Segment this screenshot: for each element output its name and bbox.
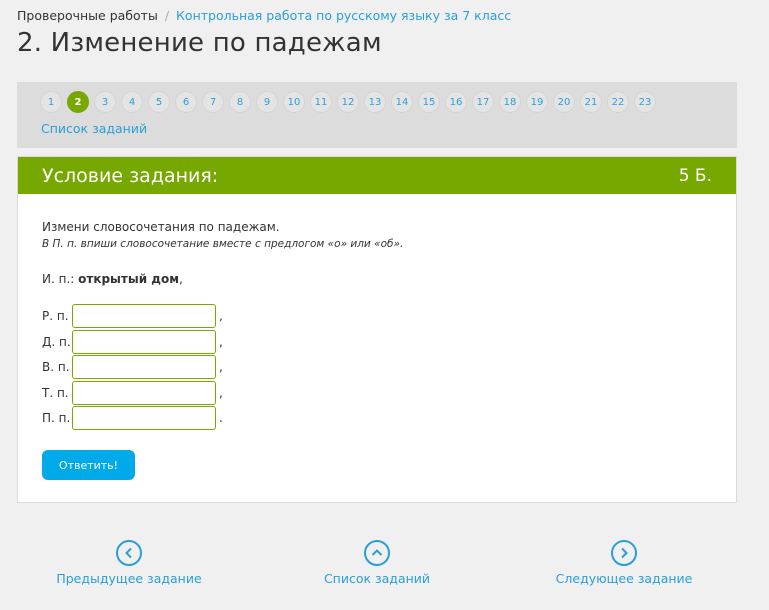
pager-item-19[interactable]: 19 bbox=[526, 91, 548, 113]
task-hint: В П. п. впиши словосочетание вместе с пр… bbox=[42, 238, 404, 250]
task-points: 5 Б. bbox=[678, 165, 712, 186]
breadcrumb-home-link[interactable]: Проверочные работы bbox=[17, 8, 158, 23]
chevron-up-icon[interactable] bbox=[364, 540, 390, 566]
chevron-left-icon[interactable] bbox=[116, 540, 142, 566]
breadcrumb-separator: / bbox=[164, 8, 170, 23]
task-navigation-panel: 1 2 3 4 5 6 7 8 9 10 11 12 13 14 15 16 17 18 19 20 21 22 23 Сп… bbox=[17, 82, 737, 148]
case-label: Р. п. bbox=[42, 309, 69, 323]
task-list-link[interactable]: Список заданий bbox=[41, 121, 147, 136]
pager-item-2[interactable]: 2 bbox=[67, 91, 89, 113]
case-label: Т. п. bbox=[42, 386, 69, 400]
nominative-value: открытый дом bbox=[78, 272, 180, 286]
next-task-link[interactable]: Следующее задание bbox=[556, 571, 693, 586]
task-pager: 1 2 3 4 5 6 7 8 9 10 11 12 13 14 15 16 17 18 19 20 21 22 23 bbox=[40, 91, 656, 113]
pager-item-8[interactable]: 8 bbox=[229, 91, 251, 113]
case-row-prepositional: П. п. . bbox=[42, 406, 225, 430]
case-punct: , bbox=[219, 309, 223, 323]
pager-item-5[interactable]: 5 bbox=[148, 91, 170, 113]
case-row-instrumental: Т. п. , bbox=[42, 381, 225, 405]
accusative-input[interactable] bbox=[72, 355, 216, 379]
pager-item-13[interactable]: 13 bbox=[364, 91, 386, 113]
pager-item-23[interactable]: 23 bbox=[634, 91, 656, 113]
pager-item-22[interactable]: 22 bbox=[607, 91, 629, 113]
next-task-nav[interactable]: Следующее задание bbox=[556, 540, 693, 586]
nominative-punct: , bbox=[179, 272, 183, 286]
pager-item-17[interactable]: 17 bbox=[472, 91, 494, 113]
case-label: Д. п. bbox=[42, 335, 71, 349]
dative-input[interactable] bbox=[72, 330, 216, 354]
task-instruction: Измени словосочетания по падежам. bbox=[42, 220, 280, 234]
pager-item-1[interactable]: 1 bbox=[40, 91, 62, 113]
case-label: П. п. bbox=[42, 411, 71, 425]
case-punct: , bbox=[219, 335, 223, 349]
pager-item-14[interactable]: 14 bbox=[391, 91, 413, 113]
case-row-genitive: Р. п. , bbox=[42, 304, 225, 328]
pager-item-21[interactable]: 21 bbox=[580, 91, 602, 113]
task-card-title: Условие задания: bbox=[42, 164, 219, 187]
instrumental-input[interactable] bbox=[72, 381, 216, 405]
pager-item-4[interactable]: 4 bbox=[121, 91, 143, 113]
pager-item-12[interactable]: 12 bbox=[337, 91, 359, 113]
prev-task-nav[interactable]: Предыдущее задание bbox=[56, 540, 202, 586]
task-list-nav[interactable]: Список заданий bbox=[322, 540, 432, 586]
answer-button[interactable]: Ответить! bbox=[42, 450, 135, 480]
breadcrumb-current-link[interactable]: Контрольная работа по русскому языку за … bbox=[176, 8, 511, 23]
chevron-right-icon[interactable] bbox=[611, 540, 637, 566]
nominative-phrase: И. п.: открытый дом, bbox=[42, 272, 183, 286]
page-title: 2. Изменение по падежам bbox=[17, 28, 382, 58]
prepositional-input[interactable] bbox=[72, 406, 216, 430]
pager-item-16[interactable]: 16 bbox=[445, 91, 467, 113]
prev-task-link[interactable]: Предыдущее задание bbox=[56, 571, 201, 586]
case-punct: . bbox=[219, 411, 223, 425]
pager-item-20[interactable]: 20 bbox=[553, 91, 575, 113]
pager-item-3[interactable]: 3 bbox=[94, 91, 116, 113]
case-row-accusative: В. п. , bbox=[42, 355, 225, 379]
task-card-header: Условие задания: 5 Б. bbox=[18, 157, 736, 194]
case-punct: , bbox=[219, 386, 223, 400]
case-label: В. п. bbox=[42, 360, 70, 374]
task-list-bottom-link[interactable]: Список заданий bbox=[324, 571, 430, 586]
nominative-label: И. п.: bbox=[42, 272, 79, 286]
breadcrumb: Проверочные работы / Контрольная работа … bbox=[17, 8, 511, 23]
pager-item-6[interactable]: 6 bbox=[175, 91, 197, 113]
genitive-input[interactable] bbox=[72, 304, 216, 328]
pager-item-11[interactable]: 11 bbox=[310, 91, 332, 113]
task-card: Условие задания: 5 Б. Измени словосочета… bbox=[17, 156, 737, 503]
pager-item-7[interactable]: 7 bbox=[202, 91, 224, 113]
case-row-dative: Д. п. , bbox=[42, 330, 225, 354]
case-punct: , bbox=[219, 360, 223, 374]
pager-item-18[interactable]: 18 bbox=[499, 91, 521, 113]
pager-item-15[interactable]: 15 bbox=[418, 91, 440, 113]
pager-item-10[interactable]: 10 bbox=[283, 91, 305, 113]
pager-item-9[interactable]: 9 bbox=[256, 91, 278, 113]
